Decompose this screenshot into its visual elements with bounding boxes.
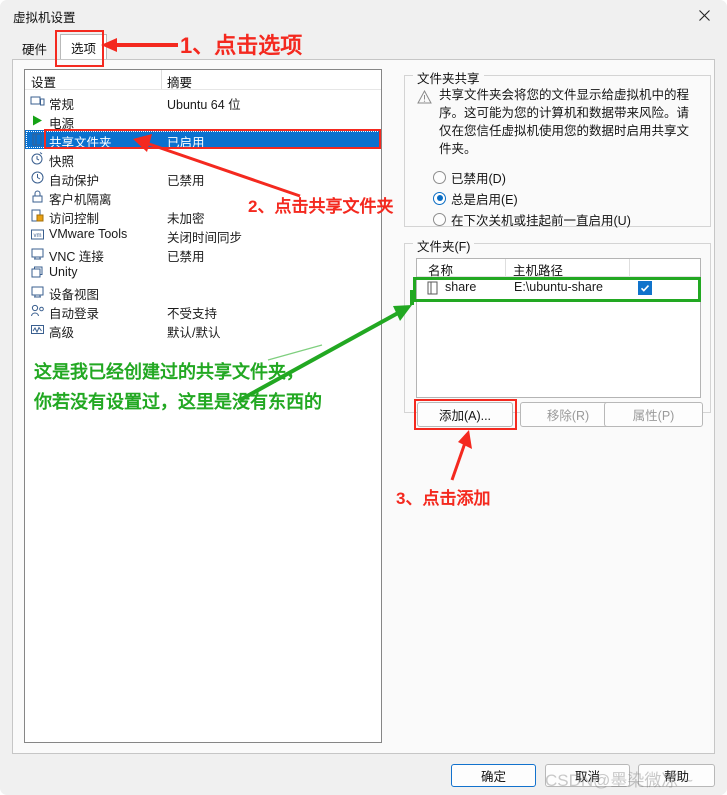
- list-item[interactable]: VNC 连接 已禁用: [25, 244, 381, 264]
- radio-until-shutdown-label: 在下次关机或挂起前一直启用(U): [451, 213, 631, 228]
- list-item[interactable]: 自动登录 不受支持: [25, 301, 381, 321]
- list-item-summary: 默认/默认: [167, 326, 221, 340]
- radio-disabled-mark: [433, 170, 446, 184]
- table-cell-host-path: E:\ubuntu-share: [514, 280, 603, 294]
- svg-text:vm: vm: [34, 233, 42, 239]
- cancel-button[interactable]: 取消: [545, 764, 630, 787]
- vnc-icon: [30, 246, 45, 261]
- list-item[interactable]: 设备视图: [25, 282, 381, 302]
- list-item-label: 高级: [49, 326, 75, 340]
- ok-button[interactable]: 确定: [451, 764, 536, 787]
- radio-always-enabled-label: 总是启用(E): [451, 192, 518, 207]
- list-item[interactable]: 快照: [25, 149, 381, 169]
- remove-folder-button-label: 移除(R): [546, 409, 590, 423]
- radio-disabled[interactable]: 已禁用(D): [433, 168, 506, 186]
- help-button[interactable]: 帮助: [638, 764, 715, 787]
- radio-disabled-label: 已禁用(D): [451, 171, 506, 186]
- folder-properties-button[interactable]: 属性(P): [604, 402, 703, 427]
- clock-icon: [30, 170, 45, 185]
- snapshot-clock-icon: [30, 151, 45, 166]
- access-lock-icon: [30, 208, 45, 223]
- vm-tools-icon: vm: [30, 227, 45, 242]
- monitor-icon: [30, 94, 45, 109]
- vm-settings-dialog: 虚拟机设置 硬件 选项 设置 摘要 常规 Ubuntu 64 位 电源 共享文件…: [0, 0, 727, 795]
- add-folder-button-label: 添加(A)...: [438, 409, 492, 423]
- folder-sharing-legend: 文件夹共享: [413, 68, 484, 87]
- warning-triangle-icon: [417, 89, 432, 104]
- column-separator: [505, 259, 506, 276]
- list-item[interactable]: Unity: [25, 263, 381, 282]
- folders-group: 文件夹(F) 名称 主机路径 share E:\ubuntu-share: [404, 236, 711, 413]
- list-item-shared-folders[interactable]: 共享文件夹 已启用: [25, 130, 381, 150]
- radio-until-shutdown-mark: [433, 212, 446, 226]
- radio-always-enabled-mark: [433, 191, 446, 205]
- auto-login-icon: [30, 303, 45, 318]
- list-item-label: VMware Tools: [49, 227, 128, 241]
- remove-folder-button[interactable]: 移除(R): [520, 402, 616, 427]
- column-header-summary: 摘要: [167, 76, 193, 90]
- tab-hardware[interactable]: 硬件: [12, 36, 57, 60]
- device-view-icon: [30, 284, 45, 299]
- table-row[interactable]: share E:\ubuntu-share: [417, 277, 700, 299]
- tab-options-label: 选项: [71, 42, 97, 56]
- column-separator: [161, 70, 162, 89]
- ok-button-label: 确定: [480, 770, 506, 784]
- add-folder-button[interactable]: 添加(A)...: [417, 402, 513, 427]
- check-icon[interactable]: [638, 281, 652, 295]
- tab-hardware-label: 硬件: [22, 42, 48, 57]
- folder-icon: [30, 132, 45, 147]
- cancel-button-label: 取消: [574, 770, 600, 784]
- folder-properties-button-label: 属性(P): [632, 409, 675, 423]
- lock-icon: [30, 189, 45, 204]
- tab-strip: 硬件 选项: [12, 33, 715, 61]
- list-item[interactable]: 自动保护 已禁用: [25, 168, 381, 188]
- shared-folders-table-header: 名称 主机路径: [417, 259, 700, 278]
- folder-sharing-group: 文件夹共享 共享文件夹会将您的文件显示给虚拟机中的程序。这可能为您的计算机和数据…: [404, 68, 711, 228]
- list-item-label: Unity: [49, 265, 78, 279]
- power-play-icon: [30, 113, 45, 128]
- table-cell-folder-name: share: [445, 280, 477, 294]
- window-title: 虚拟机设置: [13, 11, 76, 25]
- unity-icon: [30, 265, 45, 280]
- list-item[interactable]: 访问控制 未加密: [25, 206, 381, 226]
- title-bar: 虚拟机设置: [0, 0, 727, 30]
- column-separator: [629, 259, 630, 276]
- sharing-warning-text: 共享文件夹会将您的文件显示给虚拟机中的程序。这可能为您的计算机和数据带来风险。请…: [439, 88, 690, 156]
- list-item[interactable]: 电源: [25, 111, 381, 131]
- radio-until-shutdown[interactable]: 在下次关机或挂起前一直启用(U): [433, 210, 631, 228]
- close-icon[interactable]: [682, 0, 727, 30]
- column-header-name: 设置: [31, 76, 57, 90]
- settings-list[interactable]: 设置 摘要 常规 Ubuntu 64 位 电源 共享文件夹 已启用 快照 自动保…: [24, 69, 382, 743]
- settings-list-header: 设置 摘要: [25, 70, 381, 90]
- folders-legend: 文件夹(F): [413, 236, 475, 255]
- list-item[interactable]: 常规 Ubuntu 64 位: [25, 92, 381, 112]
- tab-options[interactable]: 选项: [60, 34, 108, 61]
- folder-small-icon: [427, 281, 438, 295]
- advanced-icon: [30, 322, 45, 337]
- radio-always-enabled[interactable]: 总是启用(E): [433, 189, 518, 207]
- list-item[interactable]: vm VMware Tools 关闭时间同步: [25, 225, 381, 245]
- help-button-label: 帮助: [663, 770, 689, 784]
- list-item[interactable]: 客户机隔离: [25, 187, 381, 207]
- shared-folders-table[interactable]: 名称 主机路径 share E:\ubuntu-share: [416, 258, 701, 398]
- list-item[interactable]: 高级 默认/默认: [25, 320, 381, 340]
